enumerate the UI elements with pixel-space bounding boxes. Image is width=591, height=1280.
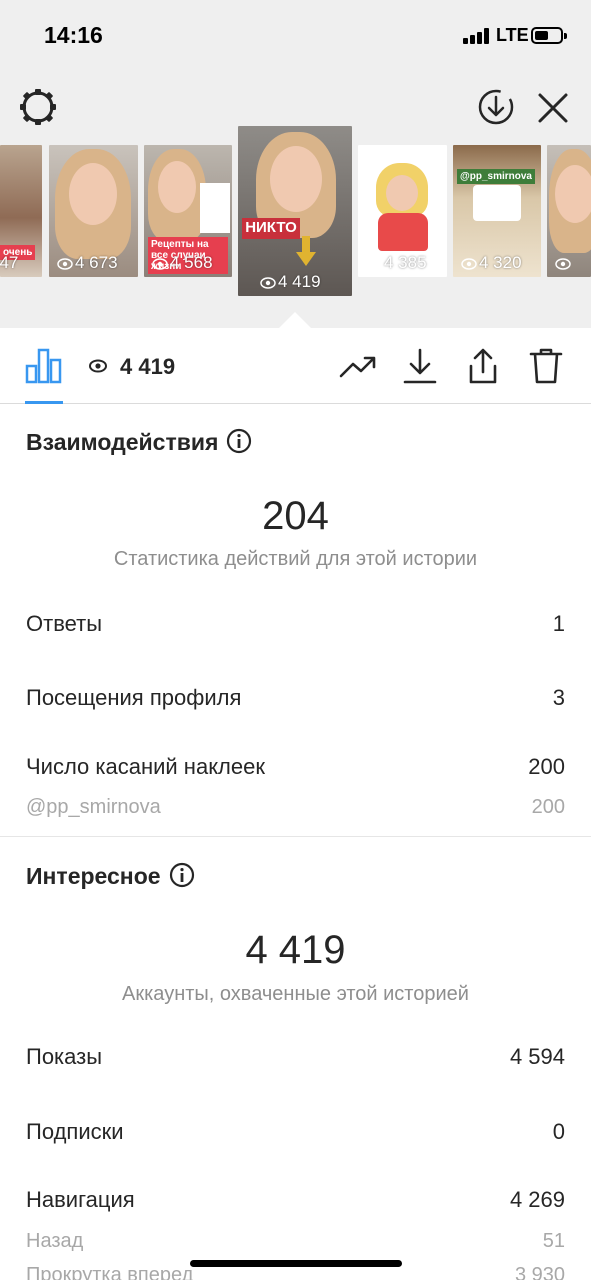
story-thumbnail[interactable] [547,145,591,277]
story-views: 4 673 [57,253,118,273]
mention-sticker-label: @pp_smirnova [26,796,161,818]
stats-toolbar: 4 419 [0,328,591,404]
bar-chart-icon[interactable] [25,348,63,384]
share-icon[interactable] [463,346,503,386]
interactions-total: 204 [262,494,329,538]
trash-icon[interactable] [526,346,566,386]
forward-value: 3 930 [514,1264,565,1280]
replies-label: Ответы [26,611,103,636]
profile-visits-label: Посещения профиля [26,685,242,710]
signal-icon [463,28,493,44]
battery-icon [531,27,567,44]
follows-value: 0 [552,1119,565,1144]
home-indicator[interactable] [190,1260,402,1267]
interactions-title: Взаимодействия [26,428,252,456]
impressions-value: 4 594 [509,1044,565,1069]
selection-pointer [279,312,311,328]
story-views: 747 [0,253,19,272]
active-tab-indicator [25,401,63,404]
close-icon[interactable] [536,91,570,125]
story-views: 4 385 [366,253,427,273]
download-archive-icon[interactable] [476,87,516,127]
section-divider [0,836,591,837]
story-banner: @pp_smirnova [457,169,535,184]
back-value: 51 [542,1230,565,1252]
trending-icon[interactable] [338,346,378,386]
arrow-down-icon [296,236,316,266]
interactions-caption: Статистика действий для этой истории [113,548,478,570]
sticker-taps-value: 200 [528,754,565,779]
back-label: Назад [26,1230,84,1252]
reach-total: 4 419 [245,928,346,972]
story-banner: НИКТО [242,218,300,239]
story-carousel: очень 747 4 673 Рецепты на все случаи жи… [0,70,591,328]
reach-caption: Аккаунты, охваченные этой историей [122,983,469,1005]
download-icon[interactable] [400,346,440,386]
story-thumbnail[interactable]: 4 673 [49,145,138,277]
profile-visits-value: 3 [552,685,565,710]
story-views: 4 419 [260,272,321,292]
settings-icon[interactable] [18,87,58,127]
replies-value: 1 [552,611,565,636]
story-views [555,253,573,273]
story-thumbnail[interactable]: Рецепты на все случаи жизни 4 568 [144,145,232,277]
story-thumbnail[interactable]: @pp_smirnova 4 320 [453,145,541,277]
story-thumbnail[interactable]: очень 747 [0,145,42,277]
impressions-label: Показы [26,1044,103,1069]
discovery-title: Интересное [26,862,195,890]
eye-icon [89,359,107,373]
story-views: 4 320 [461,253,522,273]
network-type: LTE [496,25,529,45]
story-thumbnail[interactable]: 4 385 [358,145,447,277]
story-views: 4 568 [152,253,213,273]
navigation-label: Навигация [26,1187,135,1212]
info-icon[interactable] [226,428,252,454]
status-bar: 14:16 LTE [0,0,591,70]
status-time: 14:16 [44,22,103,48]
views-count: 4 419 [120,354,176,379]
info-icon[interactable] [169,862,195,888]
forward-label: Прокрутка вперед [26,1264,194,1280]
follows-label: Подписки [26,1119,124,1144]
sticker-taps-label: Число касаний наклеек [26,754,265,779]
mention-sticker-value: 200 [531,796,565,818]
navigation-value: 4 269 [509,1187,565,1212]
story-thumbnail-selected[interactable]: НИКТО 4 419 [238,126,352,296]
